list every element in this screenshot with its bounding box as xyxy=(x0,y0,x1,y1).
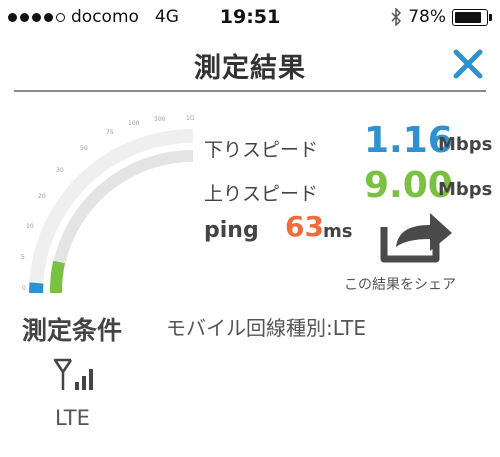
upload-unit: Mbps xyxy=(438,179,493,200)
gauge-tick-label: 50 xyxy=(80,145,88,152)
antenna-signal-icon xyxy=(53,358,93,390)
close-button[interactable] xyxy=(450,46,486,82)
bluetooth-icon xyxy=(391,8,402,26)
battery-percent: 78% xyxy=(408,7,446,27)
divider xyxy=(14,90,486,92)
gauge-tick-label: 20 xyxy=(38,193,46,200)
upload-label: 上りスピード xyxy=(204,183,319,205)
ping-value: 63 xyxy=(285,210,324,243)
gauge-tick-label: 1G xyxy=(186,115,195,122)
ping-label: ping xyxy=(204,218,259,243)
nav-bar: 測定結果 xyxy=(0,36,500,90)
conditions-title: 測定条件 xyxy=(22,316,123,345)
share-caption[interactable]: この結果をシェア xyxy=(334,274,466,294)
gauge-tick-label: 100 xyxy=(128,120,140,127)
gauge-tick-label: 10 xyxy=(26,223,34,230)
close-icon xyxy=(453,49,483,79)
gauge-tick-label: 300 xyxy=(154,116,166,123)
connection-type: モバイル回線種別:LTE xyxy=(166,316,366,340)
gauge-tick-label: 30 xyxy=(56,167,64,174)
share-button[interactable] xyxy=(380,205,460,265)
gauge-tick-label: 0 xyxy=(22,285,26,292)
status-bar: docomo 4G 19:51 78% xyxy=(0,0,500,36)
gauge-tick-label: 75 xyxy=(106,129,114,136)
battery-icon xyxy=(452,8,492,26)
share-icon xyxy=(380,213,452,263)
ping-unit: ms xyxy=(323,221,353,242)
status-right: 78% xyxy=(390,7,492,27)
download-unit: Mbps xyxy=(438,134,493,155)
upload-arc xyxy=(49,260,65,294)
speed-gauge: 0 5 10 20 30 50 75 100 300 1G xyxy=(21,115,195,294)
download-arc xyxy=(29,282,44,294)
gauge-tick-label: 5 xyxy=(21,254,25,261)
page-title: 測定結果 xyxy=(194,53,306,84)
network-label: LTE xyxy=(55,406,90,430)
download-label: 下りスピード xyxy=(204,139,319,161)
